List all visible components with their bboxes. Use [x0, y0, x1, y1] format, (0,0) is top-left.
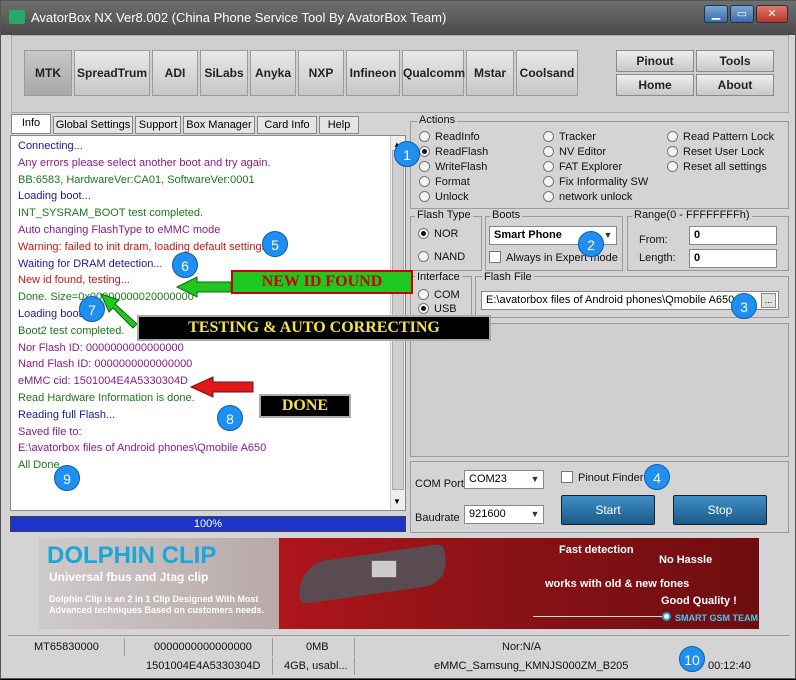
- badge-10: 10: [679, 646, 705, 672]
- badge-6: 6: [172, 252, 198, 278]
- annotation-testing: TESTING & AUTO CORRECTING: [137, 315, 491, 341]
- badge-5: 5: [262, 231, 288, 257]
- badge-1: 1: [394, 141, 420, 167]
- badge-4: 4: [644, 464, 670, 490]
- badge-9: 9: [54, 465, 80, 491]
- arrow-new-id: [175, 276, 232, 298]
- badge-7: 7: [79, 296, 105, 322]
- annotation-done: DONE: [259, 394, 351, 418]
- app-window: AvatorBox NX Ver8.002 (China Phone Servi…: [0, 0, 796, 679]
- badge-3: 3: [731, 293, 757, 319]
- badge-8: 8: [217, 405, 243, 431]
- annotation-new-id: NEW ID FOUND: [231, 270, 413, 294]
- arrow-done: [189, 376, 254, 398]
- arrow-testing: [100, 293, 138, 329]
- badge-2: 2: [578, 231, 604, 257]
